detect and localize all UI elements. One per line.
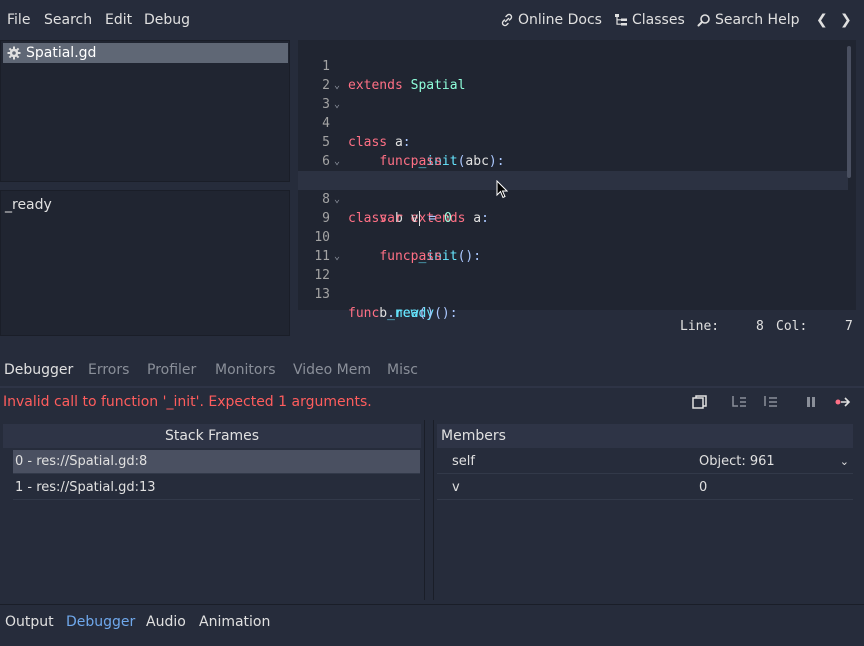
stack-frame-row[interactable]: 0 - res://Spatial.gd:8	[13, 450, 420, 474]
code-line: 2	[298, 57, 848, 93]
online-docs-label: Online Docs	[518, 12, 602, 28]
menu-edit[interactable]: Edit	[105, 12, 132, 28]
chevron-down-icon[interactable]: ⌄	[840, 450, 849, 474]
menu-debug[interactable]: Debug	[144, 12, 190, 28]
link-icon	[501, 13, 513, 27]
col-label: Col:	[776, 319, 808, 334]
code-line-current: 8 var v = 0	[298, 171, 848, 226]
bottom-tab-audio[interactable]: Audio	[146, 614, 186, 630]
code-line: 13 b.new()	[298, 266, 848, 321]
stack-frames-header: Stack Frames	[3, 424, 421, 448]
class-tree-icon	[615, 14, 627, 26]
tab-errors[interactable]: Errors	[88, 362, 129, 378]
tab-misc[interactable]: Misc	[387, 362, 418, 378]
bottom-tab-debugger[interactable]: Debugger	[66, 614, 135, 630]
code-line: 6	[298, 133, 848, 169]
code-line: 11	[298, 228, 848, 264]
code-text: b.new()	[348, 306, 435, 321]
break-icon[interactable]	[802, 394, 820, 410]
step-into-icon[interactable]	[730, 394, 748, 410]
fold-arrow-icon[interactable]: ⌄	[334, 95, 344, 114]
menu-file[interactable]: File	[7, 12, 30, 28]
members-header: Members	[437, 424, 853, 448]
menu-search[interactable]: Search	[44, 12, 92, 28]
search-help-button[interactable]: Search Help	[697, 12, 799, 28]
line-label: Line:	[680, 319, 720, 334]
method-item-ready[interactable]: _ready	[5, 197, 52, 213]
classes-button[interactable]: Classes	[614, 12, 685, 28]
code-line: 10 pass	[298, 209, 848, 264]
script-item-spatial[interactable]: Spatial.gd	[3, 43, 288, 63]
col-value: 7	[845, 319, 853, 334]
code-line: 7 ⌄ class b extends a:	[298, 152, 848, 226]
code-line: 3 ⌄ class a:	[298, 76, 848, 150]
member-name: self	[452, 454, 475, 469]
code-line: 1 extends Spatial	[298, 38, 848, 93]
history-back-button[interactable]: ❮	[816, 12, 828, 28]
line-value: 8	[756, 319, 764, 334]
continue-icon[interactable]	[834, 394, 852, 410]
member-value[interactable]: Object: 961	[699, 450, 775, 474]
stack-frame-row[interactable]: 1 - res://Spatial.gd:13	[13, 476, 420, 500]
line-number: 13	[314, 287, 330, 302]
code-line: 5 pass	[298, 114, 848, 169]
script-item-label: Spatial.gd	[26, 45, 97, 61]
editor-scrollbar[interactable]	[847, 46, 851, 178]
classes-label: Classes	[632, 12, 685, 28]
member-name: v	[452, 480, 460, 495]
tab-video-mem[interactable]: Video Mem	[293, 362, 371, 378]
tab-monitors[interactable]: Monitors	[215, 362, 276, 378]
search-icon	[697, 14, 710, 27]
code-editor[interactable]: 1 extends Spatial 2 3 ⌄ class a: 4 ⌄ fun…	[298, 38, 856, 321]
member-value: 0	[699, 480, 708, 495]
code-line: 4 ⌄ func _init(abc):	[298, 95, 848, 169]
fold-arrow-icon[interactable]: ⌄	[334, 247, 344, 266]
bottom-tab-animation[interactable]: Animation	[199, 614, 270, 630]
history-forward-button[interactable]: ❯	[840, 12, 852, 28]
debugger-error-message: Invalid call to function '_init'. Expect…	[3, 394, 372, 410]
member-row-v[interactable]: v 0	[437, 476, 853, 500]
gear-icon	[7, 46, 21, 60]
tab-profiler[interactable]: Profiler	[147, 362, 196, 378]
fold-arrow-icon[interactable]: ⌄	[334, 152, 344, 171]
step-over-icon[interactable]	[762, 394, 780, 410]
bottom-tab-output[interactable]: Output	[5, 614, 54, 630]
code-line: 12 ⌄ func _ready():	[298, 247, 848, 321]
menu-bar: File Search Edit Debug Online Docs Class…	[0, 0, 864, 40]
member-row-self[interactable]: self Object: 961 ⌄	[437, 450, 853, 474]
code-line: 9 ⌄ func _init():	[298, 190, 848, 264]
tab-divider	[0, 386, 864, 388]
copy-error-icon[interactable]	[690, 394, 708, 410]
tab-debugger[interactable]: Debugger	[4, 362, 73, 378]
mouse-cursor-icon	[496, 180, 508, 199]
method-list: _ready	[0, 190, 290, 336]
online-docs-button[interactable]: Online Docs	[500, 12, 602, 28]
search-help-label: Search Help	[715, 12, 800, 28]
fold-arrow-icon[interactable]: ⌄	[334, 76, 344, 95]
fold-arrow-icon[interactable]: ⌄	[334, 190, 344, 209]
script-list: Spatial.gd	[0, 40, 290, 182]
